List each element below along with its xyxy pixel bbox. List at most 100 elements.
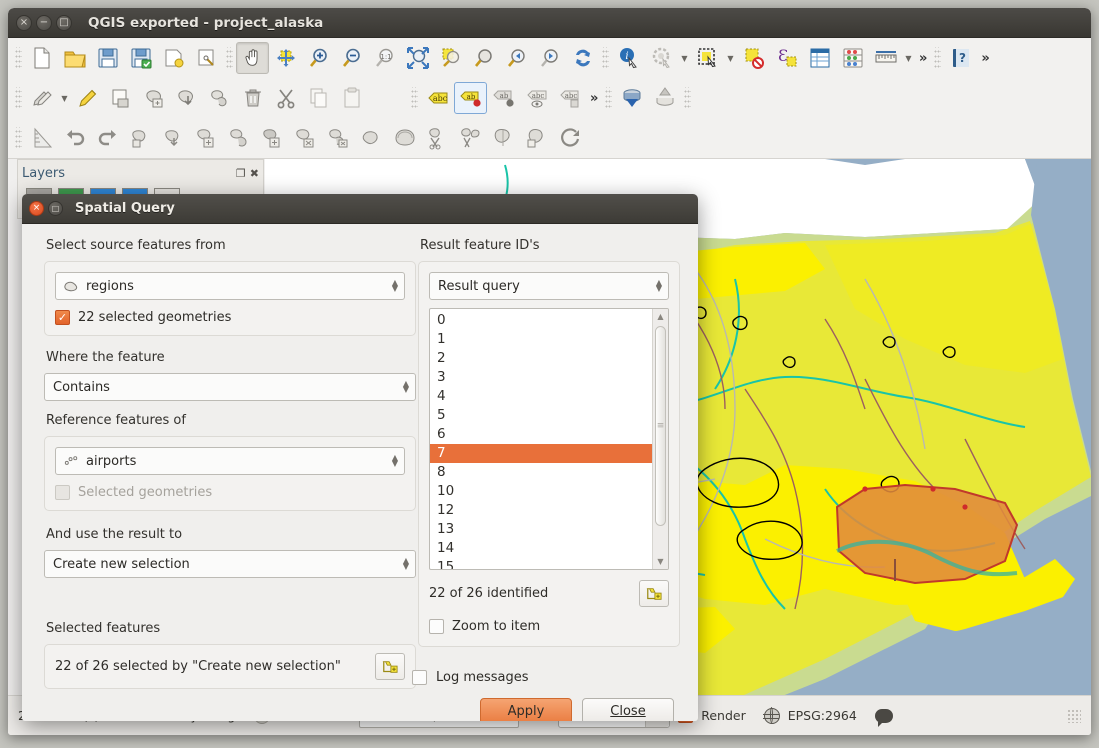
refresh-icon[interactable] — [566, 42, 599, 74]
postgis-layer-icon[interactable] — [615, 82, 648, 114]
rotate-feature-icon[interactable] — [124, 122, 157, 154]
toolbar-grip[interactable] — [15, 47, 22, 69]
log-messages-row[interactable]: Log messages — [412, 670, 529, 685]
window-minimize-button[interactable]: − — [36, 15, 52, 31]
node-tool-icon[interactable] — [203, 82, 236, 114]
list-item[interactable]: 2 — [430, 349, 652, 368]
paste-features-icon[interactable] — [335, 82, 368, 114]
composer-manager-icon[interactable] — [190, 42, 223, 74]
copy-features-icon[interactable] — [302, 82, 335, 114]
reference-layer-combo[interactable]: airports ▲▼ — [55, 447, 405, 475]
message-bubble-icon[interactable] — [875, 709, 893, 723]
list-item[interactable]: 3 — [430, 368, 652, 387]
select-features-icon[interactable] — [691, 42, 724, 74]
zoom-to-selection-icon[interactable] — [434, 42, 467, 74]
list-item[interactable]: 8 — [430, 463, 652, 482]
new-print-composer-icon[interactable] — [157, 42, 190, 74]
delete-selected-icon[interactable] — [236, 82, 269, 114]
result-action-combo[interactable]: Create new selection ▲▼ — [44, 550, 416, 578]
list-item[interactable]: 4 — [430, 387, 652, 406]
current-edits-dropdown[interactable]: ▼ — [58, 83, 71, 113]
log-messages-checkbox[interactable] — [412, 670, 427, 685]
scroll-down-icon[interactable]: ▼ — [653, 554, 668, 569]
result-ids-scrollbar[interactable]: ▲ ▼ — [652, 309, 668, 569]
merge-attributes-icon[interactable] — [520, 122, 553, 154]
toolbar-overflow-button[interactable]: » — [915, 51, 931, 66]
save-project-icon[interactable] — [91, 42, 124, 74]
result-query-combo[interactable]: Result query ▲▼ — [429, 272, 669, 300]
scrollbar-thumb[interactable] — [655, 326, 666, 526]
operator-combo[interactable]: Contains ▲▼ — [44, 373, 416, 401]
zoom-native-icon[interactable]: 1:1 — [368, 42, 401, 74]
toolbar-grip[interactable] — [684, 87, 691, 109]
list-item[interactable]: 0 — [430, 311, 652, 330]
zoom-to-layer-icon[interactable] — [467, 42, 500, 74]
pan-to-selection-icon[interactable] — [269, 42, 302, 74]
scroll-up-icon[interactable]: ▲ — [653, 309, 668, 324]
window-maximize-button[interactable]: □ — [56, 15, 72, 31]
rotate-point-symbols-icon[interactable] — [553, 122, 586, 154]
add-part-icon[interactable] — [223, 122, 256, 154]
toolbar-grip[interactable] — [226, 47, 233, 69]
cut-features-icon[interactable] — [269, 82, 302, 114]
measure-line-icon[interactable] — [869, 42, 902, 74]
selected-features-select-button[interactable] — [375, 653, 405, 680]
list-item[interactable]: 15 — [430, 558, 652, 570]
toolbar-grip[interactable] — [934, 47, 941, 69]
source-layer-combo[interactable]: regions ▲▼ — [55, 272, 405, 300]
toggle-editing-icon[interactable] — [71, 82, 104, 114]
toolbar-overflow-button-3[interactable]: » — [586, 91, 602, 106]
list-item[interactable]: 6 — [430, 425, 652, 444]
open-project-icon[interactable] — [58, 42, 91, 74]
simplify-feature-icon[interactable] — [157, 122, 190, 154]
toolbar-grip[interactable] — [605, 87, 612, 109]
label-icon[interactable]: abc — [421, 82, 454, 114]
select-by-expression-icon[interactable]: Ɛ — [770, 42, 803, 74]
toolbar-grip[interactable] — [411, 87, 418, 109]
help-icon[interactable]: ? — [944, 42, 977, 74]
zoom-next-icon[interactable] — [533, 42, 566, 74]
spinner-icon[interactable]: ▲▼ — [392, 455, 398, 467]
run-feature-action-icon[interactable] — [645, 42, 678, 74]
dialog-close-button[interactable]: × — [29, 201, 44, 216]
move-label-icon[interactable]: abc — [553, 82, 586, 114]
window-close-button[interactable]: × — [16, 15, 32, 31]
split-features-icon[interactable] — [421, 122, 454, 154]
close-button[interactable]: Close — [582, 698, 674, 721]
redo-icon[interactable] — [91, 122, 124, 154]
list-item[interactable]: 14 — [430, 539, 652, 558]
zoom-full-icon[interactable] — [401, 42, 434, 74]
measure-dropdown[interactable]: ▼ — [902, 43, 915, 73]
zoom-to-item-checkbox[interactable] — [429, 619, 444, 634]
list-item[interactable]: 12 — [430, 501, 652, 520]
undo-icon[interactable] — [58, 122, 91, 154]
list-item[interactable]: 5 — [430, 406, 652, 425]
highlight-labels-icon[interactable]: abc — [520, 82, 553, 114]
fill-ring-icon[interactable] — [256, 122, 289, 154]
spinner-icon[interactable]: ▲▼ — [403, 558, 409, 570]
delete-ring-icon[interactable] — [289, 122, 322, 154]
list-item[interactable]: 1 — [430, 330, 652, 349]
reshape-features-icon[interactable] — [355, 122, 388, 154]
apply-button[interactable]: Apply — [480, 698, 572, 721]
pin-labels-icon[interactable]: ab — [454, 82, 487, 114]
zoom-to-item-row[interactable]: Zoom to item — [429, 619, 669, 634]
save-project-as-icon[interactable] — [124, 42, 157, 74]
list-item-selected[interactable]: 7 — [430, 444, 652, 463]
current-edits-icon[interactable] — [25, 82, 58, 114]
toolbar-grip[interactable] — [602, 47, 609, 69]
add-ring-icon[interactable] — [190, 122, 223, 154]
globe-icon[interactable] — [764, 708, 780, 724]
open-attribute-table-icon[interactable] — [803, 42, 836, 74]
undock-icon[interactable]: ❐ — [236, 167, 246, 180]
list-item[interactable]: 10 — [430, 482, 652, 501]
source-selected-geometries-row[interactable]: 22 selected geometries — [55, 310, 405, 325]
pan-map-icon[interactable] — [236, 42, 269, 74]
statistical-summary-icon[interactable] — [836, 42, 869, 74]
resize-grip[interactable] — [1067, 709, 1081, 723]
toolbar-grip[interactable] — [15, 127, 22, 149]
zoom-last-icon[interactable] — [500, 42, 533, 74]
delete-part-icon[interactable] — [322, 122, 355, 154]
source-selected-geometries-checkbox[interactable] — [55, 310, 70, 325]
split-parts-icon[interactable] — [454, 122, 487, 154]
